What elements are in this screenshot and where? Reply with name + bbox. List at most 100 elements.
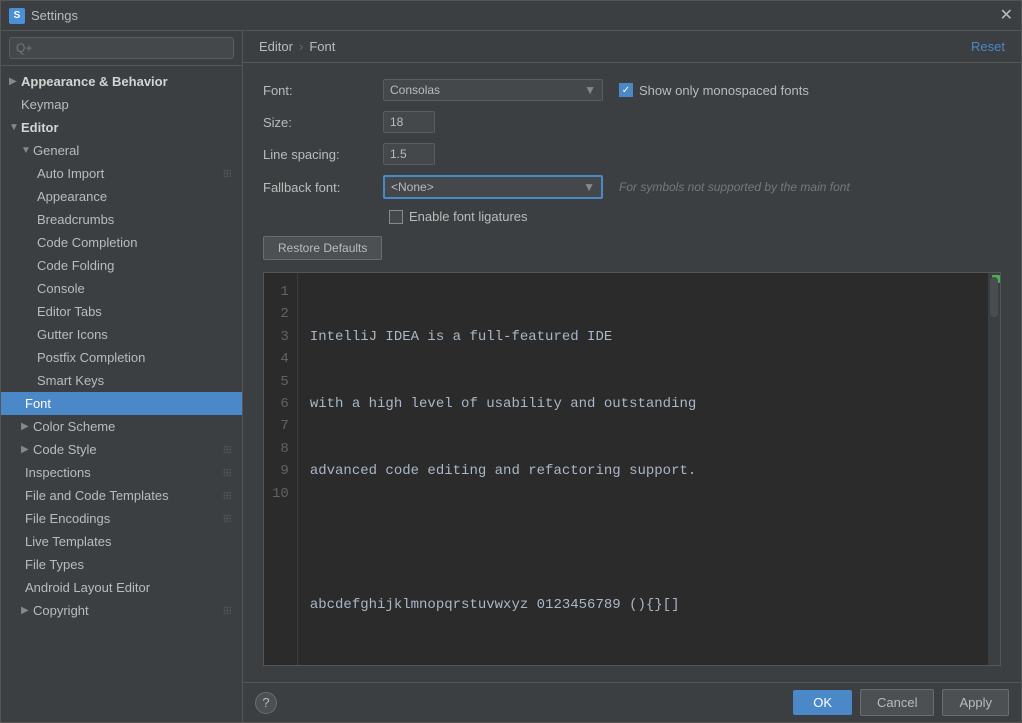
sidebar-item-android-layout-editor[interactable]: Android Layout Editor: [1, 576, 242, 599]
fallback-hint: For symbols not supported by the main fo…: [619, 180, 850, 194]
reset-button[interactable]: Reset: [971, 39, 1005, 54]
help-button[interactable]: ?: [255, 692, 277, 714]
title-bar: S Settings ✕: [1, 1, 1021, 31]
expand-arrow: ▼: [9, 122, 21, 133]
line-spacing-row: Line spacing:: [263, 143, 1001, 165]
app-icon: S: [9, 8, 25, 24]
sidebar-item-label: Breadcrumbs: [37, 212, 114, 227]
sidebar-item-label: Color Scheme: [33, 419, 115, 434]
bottom-bar: ? OK Cancel Apply: [243, 682, 1021, 722]
sidebar-item-auto-import[interactable]: Auto Import ⊞: [1, 162, 242, 185]
main-panel: Editor › Font Reset Font: Consolas ▼: [243, 31, 1021, 722]
code-line-2: with a high level of usability and outst…: [310, 393, 976, 415]
monospace-checkbox-row: ✓ Show only monospaced fonts: [619, 83, 809, 98]
panel-body: Font: Consolas ▼ ✓ Show only monospaced …: [243, 63, 1021, 682]
sidebar-item-label: Editor: [21, 120, 59, 135]
sidebar-item-general[interactable]: ▼ General: [1, 139, 242, 162]
line-number: 4: [272, 348, 289, 370]
ligatures-checkbox[interactable]: [389, 210, 403, 224]
breadcrumb-sep: ›: [299, 39, 303, 54]
sidebar-item-postfix-completion[interactable]: Postfix Completion: [1, 346, 242, 369]
sidebar-item-breadcrumbs[interactable]: Breadcrumbs: [1, 208, 242, 231]
sidebar-item-code-folding[interactable]: Code Folding: [1, 254, 242, 277]
badge-icon: ⊞: [223, 167, 232, 180]
monospace-checkbox[interactable]: ✓: [619, 83, 633, 97]
code-preview-content: IntelliJ IDEA is a full-featured IDE wit…: [298, 273, 988, 665]
code-line-6: ABCDEFGHIJKLMNOPQRSTUVWXYZ +-*/= .,;:!? …: [310, 662, 976, 665]
sidebar-item-label: Live Templates: [25, 534, 111, 549]
restore-defaults-button[interactable]: Restore Defaults: [263, 236, 382, 260]
line-number: 1: [272, 281, 289, 303]
ligatures-label: Enable font ligatures: [409, 209, 528, 224]
monospace-label: Show only monospaced fonts: [639, 83, 809, 98]
sidebar-item-label: Inspections: [25, 465, 91, 480]
settings-window: S Settings ✕ ▶ Appearance & Behavior: [0, 0, 1022, 723]
font-label: Font:: [263, 83, 383, 98]
sidebar-item-label: Appearance & Behavior: [21, 74, 168, 89]
sidebar-item-font[interactable]: Font: [1, 392, 242, 415]
font-form: Font: Consolas ▼ ✓ Show only monospaced …: [263, 79, 1001, 260]
badge-icon: ⊞: [223, 604, 232, 617]
expand-arrow: ▶: [9, 76, 21, 87]
line-number: 7: [272, 415, 289, 437]
fallback-font-row: Fallback font: <None> ▼ For symbols not …: [263, 175, 1001, 199]
sidebar-item-appearance-behavior[interactable]: ▶ Appearance & Behavior: [1, 70, 242, 93]
ok-button[interactable]: OK: [793, 690, 852, 715]
sidebar-item-color-scheme[interactable]: ▶ Color Scheme: [1, 415, 242, 438]
font-preview: 1 2 3 4 5 6 7 8 9 10 IntelliJ IDEA is a …: [263, 272, 1001, 666]
sidebar-item-label: General: [33, 143, 79, 158]
sidebar-item-smart-keys[interactable]: Smart Keys: [1, 369, 242, 392]
sidebar-item-code-completion[interactable]: Code Completion: [1, 231, 242, 254]
expand-arrow: ▼: [21, 145, 33, 156]
main-content: ▶ Appearance & Behavior Keymap ▼: [1, 31, 1021, 722]
sidebar-item-keymap[interactable]: Keymap: [1, 93, 242, 116]
line-number: 9: [272, 460, 289, 482]
line-spacing-label: Line spacing:: [263, 147, 383, 162]
sidebar-item-label: Code Style: [33, 442, 97, 457]
sidebar-item-label: Editor Tabs: [37, 304, 102, 319]
sidebar-item-label: Code Folding: [37, 258, 114, 273]
sidebar-item-label: Gutter Icons: [37, 327, 108, 342]
sidebar-item-inspections[interactable]: Inspections ⊞: [1, 461, 242, 484]
badge-icon: ⊞: [223, 489, 232, 502]
expand-arrow: ▶: [21, 421, 33, 432]
search-box: [1, 31, 242, 66]
line-number: 3: [272, 326, 289, 348]
sidebar-item-file-types[interactable]: File Types: [1, 553, 242, 576]
expand-arrow: ▶: [21, 444, 33, 455]
check-icon: ✓: [622, 85, 630, 96]
fallback-font-dropdown[interactable]: <None> ▼: [383, 175, 603, 199]
sidebar-item-editor[interactable]: ▼ Editor: [1, 116, 242, 139]
badge-icon: ⊞: [223, 466, 232, 479]
sidebar-item-appearance[interactable]: Appearance: [1, 185, 242, 208]
apply-button[interactable]: Apply: [942, 689, 1009, 716]
breadcrumb: Editor › Font: [259, 39, 335, 54]
line-spacing-input[interactable]: [383, 143, 435, 165]
sidebar-item-file-encodings[interactable]: File Encodings ⊞: [1, 507, 242, 530]
sidebar: ▶ Appearance & Behavior Keymap ▼: [1, 31, 243, 722]
code-line-4: [310, 527, 976, 549]
sidebar-item-editor-tabs[interactable]: Editor Tabs: [1, 300, 242, 323]
sidebar-item-label: File Types: [25, 557, 84, 572]
close-button[interactable]: ✕: [1000, 8, 1013, 24]
line-number: 5: [272, 371, 289, 393]
sidebar-item-code-style[interactable]: ▶ Code Style ⊞: [1, 438, 242, 461]
sidebar-item-label: File and Code Templates: [25, 488, 169, 503]
font-dropdown[interactable]: Consolas ▼: [383, 79, 603, 101]
line-number: 2: [272, 303, 289, 325]
window-title: Settings: [31, 8, 78, 23]
preview-scrollbar[interactable]: [988, 273, 1000, 665]
sidebar-item-file-code-templates[interactable]: File and Code Templates ⊞: [1, 484, 242, 507]
sidebar-item-label: Auto Import: [37, 166, 104, 181]
cancel-button[interactable]: Cancel: [860, 689, 934, 716]
size-input[interactable]: [383, 111, 435, 133]
sidebar-item-copyright[interactable]: ▶ Copyright ⊞: [1, 599, 242, 622]
size-label: Size:: [263, 115, 383, 130]
sidebar-item-console[interactable]: Console: [1, 277, 242, 300]
sidebar-item-label: File Encodings: [25, 511, 110, 526]
line-number: 6: [272, 393, 289, 415]
sidebar-item-gutter-icons[interactable]: Gutter Icons: [1, 323, 242, 346]
search-input[interactable]: [9, 37, 234, 59]
sidebar-item-live-templates[interactable]: Live Templates: [1, 530, 242, 553]
scrollbar-thumb[interactable]: [990, 277, 998, 317]
